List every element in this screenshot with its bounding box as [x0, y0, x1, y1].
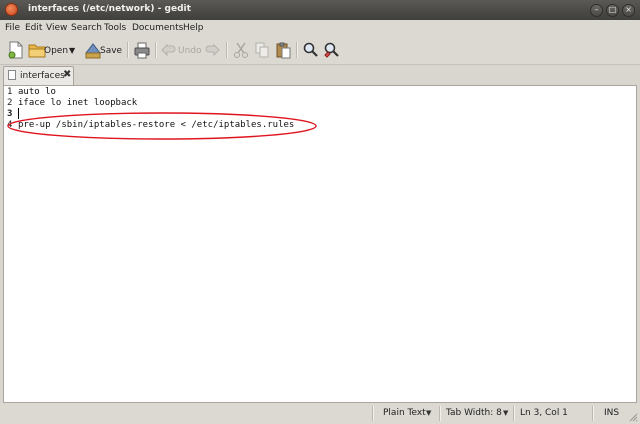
minimize-button[interactable]: – — [590, 4, 603, 17]
menu-search[interactable]: Search — [71, 23, 102, 33]
red-ellipse-annotation — [7, 112, 317, 140]
tab-interfaces[interactable]: interfaces ✖ — [3, 66, 74, 85]
close-tab-icon[interactable]: ✖ — [63, 69, 71, 80]
window-controls: – □ × — [590, 4, 635, 17]
status-bar: Plain Text ▼ Tab Width: 8 ▼ Ln 3, Col 1 … — [0, 403, 640, 424]
menu-file[interactable]: File — [5, 23, 20, 33]
printer-icon — [134, 42, 150, 59]
line-number: 2 — [7, 98, 13, 108]
copy-button[interactable] — [254, 41, 270, 59]
window-title: interfaces (/etc/network) - gedit — [28, 4, 191, 14]
new-document-button[interactable] — [8, 41, 24, 59]
menu-help[interactable]: Help — [183, 23, 204, 33]
cut-button[interactable] — [233, 41, 249, 59]
insert-mode: INS — [604, 408, 620, 418]
status-separator — [372, 406, 374, 421]
toolbar-separator — [155, 42, 157, 58]
gedit-app-icon — [5, 3, 18, 16]
find-replace-icon — [324, 42, 339, 58]
undo-button[interactable] — [161, 41, 177, 59]
title-bar: interfaces (/etc/network) - gedit – □ × — [0, 0, 640, 20]
print-button[interactable] — [134, 41, 150, 59]
toolbar-separator — [226, 42, 228, 58]
open-recent-chevron-down-icon[interactable]: ▼ — [69, 46, 75, 55]
code-line[interactable]: auto lo — [18, 87, 56, 97]
clipboard-paste-icon — [276, 42, 291, 59]
undo-label[interactable]: Undo — [178, 46, 202, 56]
close-window-button[interactable]: × — [622, 4, 635, 17]
code-line[interactable]: iface lo inet loopback — [18, 98, 137, 108]
toolbar-separator — [127, 42, 129, 58]
tab-width-selector[interactable]: Tab Width: 8 — [446, 408, 502, 418]
scissors-icon — [234, 42, 248, 58]
menu-documents[interactable]: Documents — [132, 23, 183, 33]
status-separator — [513, 406, 515, 421]
find-button[interactable] — [303, 41, 319, 59]
new-document-icon — [8, 41, 23, 59]
redo-icon — [205, 43, 220, 57]
menu-view[interactable]: View — [46, 23, 67, 33]
paste-button[interactable] — [275, 41, 291, 59]
status-separator — [439, 406, 441, 421]
menu-edit[interactable]: Edit — [25, 23, 42, 33]
toolbar: Open ▼ Save Undo — [0, 36, 640, 65]
document-tabs: interfaces ✖ — [0, 65, 640, 85]
menu-bar: File Edit View Search Tools Documents He… — [0, 20, 640, 36]
line-number: 1 — [7, 87, 13, 97]
open-label[interactable]: Open — [44, 46, 68, 56]
document-icon — [8, 70, 16, 80]
save-label[interactable]: Save — [100, 46, 122, 56]
search-icon — [303, 42, 318, 57]
undo-icon — [161, 43, 176, 57]
tab-label: interfaces — [20, 71, 65, 81]
status-separator — [592, 406, 594, 421]
find-replace-button[interactable] — [323, 41, 341, 59]
text-editor[interactable]: 1 2 3 4 auto lo iface lo inet loopback p… — [3, 85, 637, 403]
maximize-button[interactable]: □ — [606, 4, 619, 17]
toolbar-separator — [296, 42, 298, 58]
language-selector[interactable]: Plain Text — [383, 408, 426, 418]
resize-grip-icon[interactable] — [628, 412, 638, 422]
redo-button[interactable] — [204, 41, 220, 59]
copy-icon — [255, 42, 269, 58]
cursor-position: Ln 3, Col 1 — [520, 408, 568, 418]
chevron-down-icon[interactable]: ▼ — [426, 409, 431, 417]
chevron-down-icon[interactable]: ▼ — [503, 409, 508, 417]
menu-tools[interactable]: Tools — [104, 23, 126, 33]
